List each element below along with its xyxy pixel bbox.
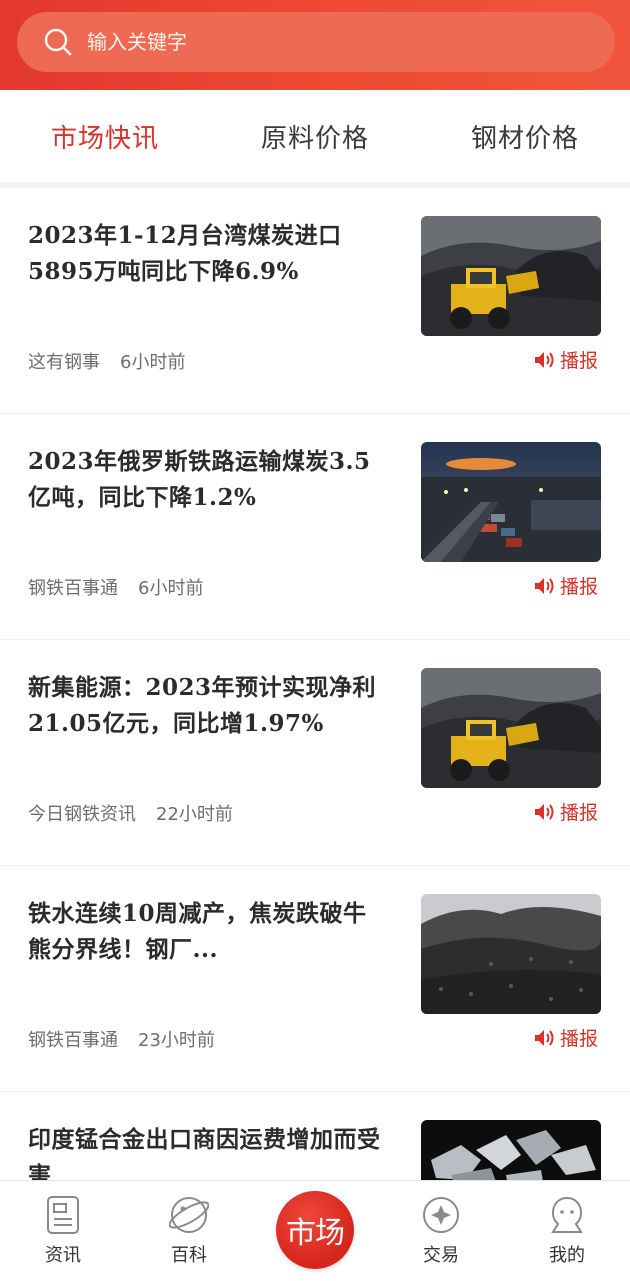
bottom-nav: 资讯 百科 市场 交易 我的	[0, 1180, 630, 1281]
broadcast-label: 播报	[559, 350, 598, 372]
speaker-icon	[534, 351, 554, 368]
broadcast-label: 播报	[559, 576, 598, 598]
news-title[interactable]: 2023年俄罗斯铁路运输煤炭3.5亿吨，同比下降1.2%	[28, 444, 383, 516]
user-icon	[551, 1196, 583, 1233]
news-time: 6小时前	[120, 352, 186, 373]
nav-news[interactable]: 资讯	[0, 1181, 126, 1281]
nav-trade[interactable]: 交易	[378, 1181, 504, 1281]
trade-icon	[423, 1197, 459, 1233]
news-meta: 今日钢铁资讯 22小时前	[28, 800, 233, 826]
news-source: 这有钢事	[28, 352, 100, 373]
nav-me-label: 我的	[549, 1245, 585, 1266]
market-button[interactable]: 市场	[276, 1191, 354, 1269]
speaker-icon	[534, 577, 554, 594]
broadcast-label: 播报	[559, 802, 598, 824]
news-thumbnail[interactable]	[421, 894, 601, 1014]
news-title[interactable]: 铁水连续10周减产，焦炭跌破牛熊分界线！钢厂...	[28, 896, 383, 968]
news-icon	[47, 1196, 79, 1234]
news-source: 钢铁百事通	[28, 1030, 118, 1051]
broadcast-button[interactable]: 播报	[533, 572, 598, 599]
nav-me[interactable]: 我的	[504, 1181, 630, 1281]
broadcast-button[interactable]: 播报	[533, 346, 598, 373]
news-item[interactable]: 印度锰合金出口商因运费增加而受害	[0, 1092, 630, 1180]
news-time: 23小时前	[138, 1030, 215, 1051]
news-source: 今日钢铁资讯	[28, 804, 136, 825]
news-meta: 这有钢事 6小时前	[28, 348, 185, 374]
tab-market-news[interactable]: 市场快讯	[0, 90, 210, 182]
news-item[interactable]: 2023年1-12月台湾煤炭进口5895万吨同比下降6.9% 这有钢事 6小时前	[0, 188, 630, 414]
nav-wiki-label: 百科	[171, 1245, 207, 1266]
news-thumbnail[interactable]	[421, 1120, 601, 1180]
news-meta: 钢铁百事通 6小时前	[28, 574, 203, 600]
news-time: 22小时前	[156, 804, 233, 825]
speaker-icon	[534, 803, 554, 820]
broadcast-button[interactable]: 播报	[533, 1024, 598, 1051]
news-title[interactable]: 印度锰合金出口商因运费增加而受害	[28, 1122, 383, 1180]
news-thumbnail[interactable]	[421, 442, 601, 562]
nav-wiki[interactable]: 百科	[126, 1181, 252, 1281]
news-title[interactable]: 新集能源：2023年预计实现净利21.05亿元，同比增1.97%	[28, 670, 383, 742]
news-time: 6小时前	[138, 578, 204, 599]
news-title[interactable]: 2023年1-12月台湾煤炭进口5895万吨同比下降6.9%	[28, 218, 383, 290]
broadcast-label: 播报	[559, 1028, 598, 1050]
nav-trade-label: 交易	[423, 1245, 459, 1266]
search-bar[interactable]	[17, 12, 615, 72]
search-icon	[43, 27, 73, 57]
news-feed[interactable]: 2023年1-12月台湾煤炭进口5895万吨同比下降6.9% 这有钢事 6小时前	[0, 188, 630, 1180]
top-header	[0, 0, 630, 90]
planet-icon	[169, 1197, 209, 1233]
news-meta: 钢铁百事通 23小时前	[28, 1026, 215, 1052]
category-tabs: 市场快讯 原料价格 钢材价格	[0, 90, 630, 182]
tab-raw-material-prices[interactable]: 原料价格	[210, 90, 420, 182]
news-item[interactable]: 2023年俄罗斯铁路运输煤炭3.5亿吨，同比下降1.2% 钢铁百事通 6小时前	[0, 414, 630, 640]
nav-news-label: 资讯	[45, 1245, 81, 1266]
news-thumbnail[interactable]	[421, 216, 601, 336]
search-input[interactable]	[85, 21, 549, 63]
news-source: 钢铁百事通	[28, 578, 118, 599]
news-item[interactable]: 铁水连续10周减产，焦炭跌破牛熊分界线！钢厂... 钢铁百事通 23小时前 播报	[0, 866, 630, 1092]
tab-steel-prices[interactable]: 钢材价格	[420, 90, 630, 182]
speaker-icon	[534, 1029, 554, 1046]
news-thumbnail[interactable]	[421, 668, 601, 788]
broadcast-button[interactable]: 播报	[533, 798, 598, 825]
nav-market[interactable]: 市场	[252, 1181, 378, 1281]
news-item[interactable]: 新集能源：2023年预计实现净利21.05亿元，同比增1.97% 今日钢铁资讯 2…	[0, 640, 630, 866]
